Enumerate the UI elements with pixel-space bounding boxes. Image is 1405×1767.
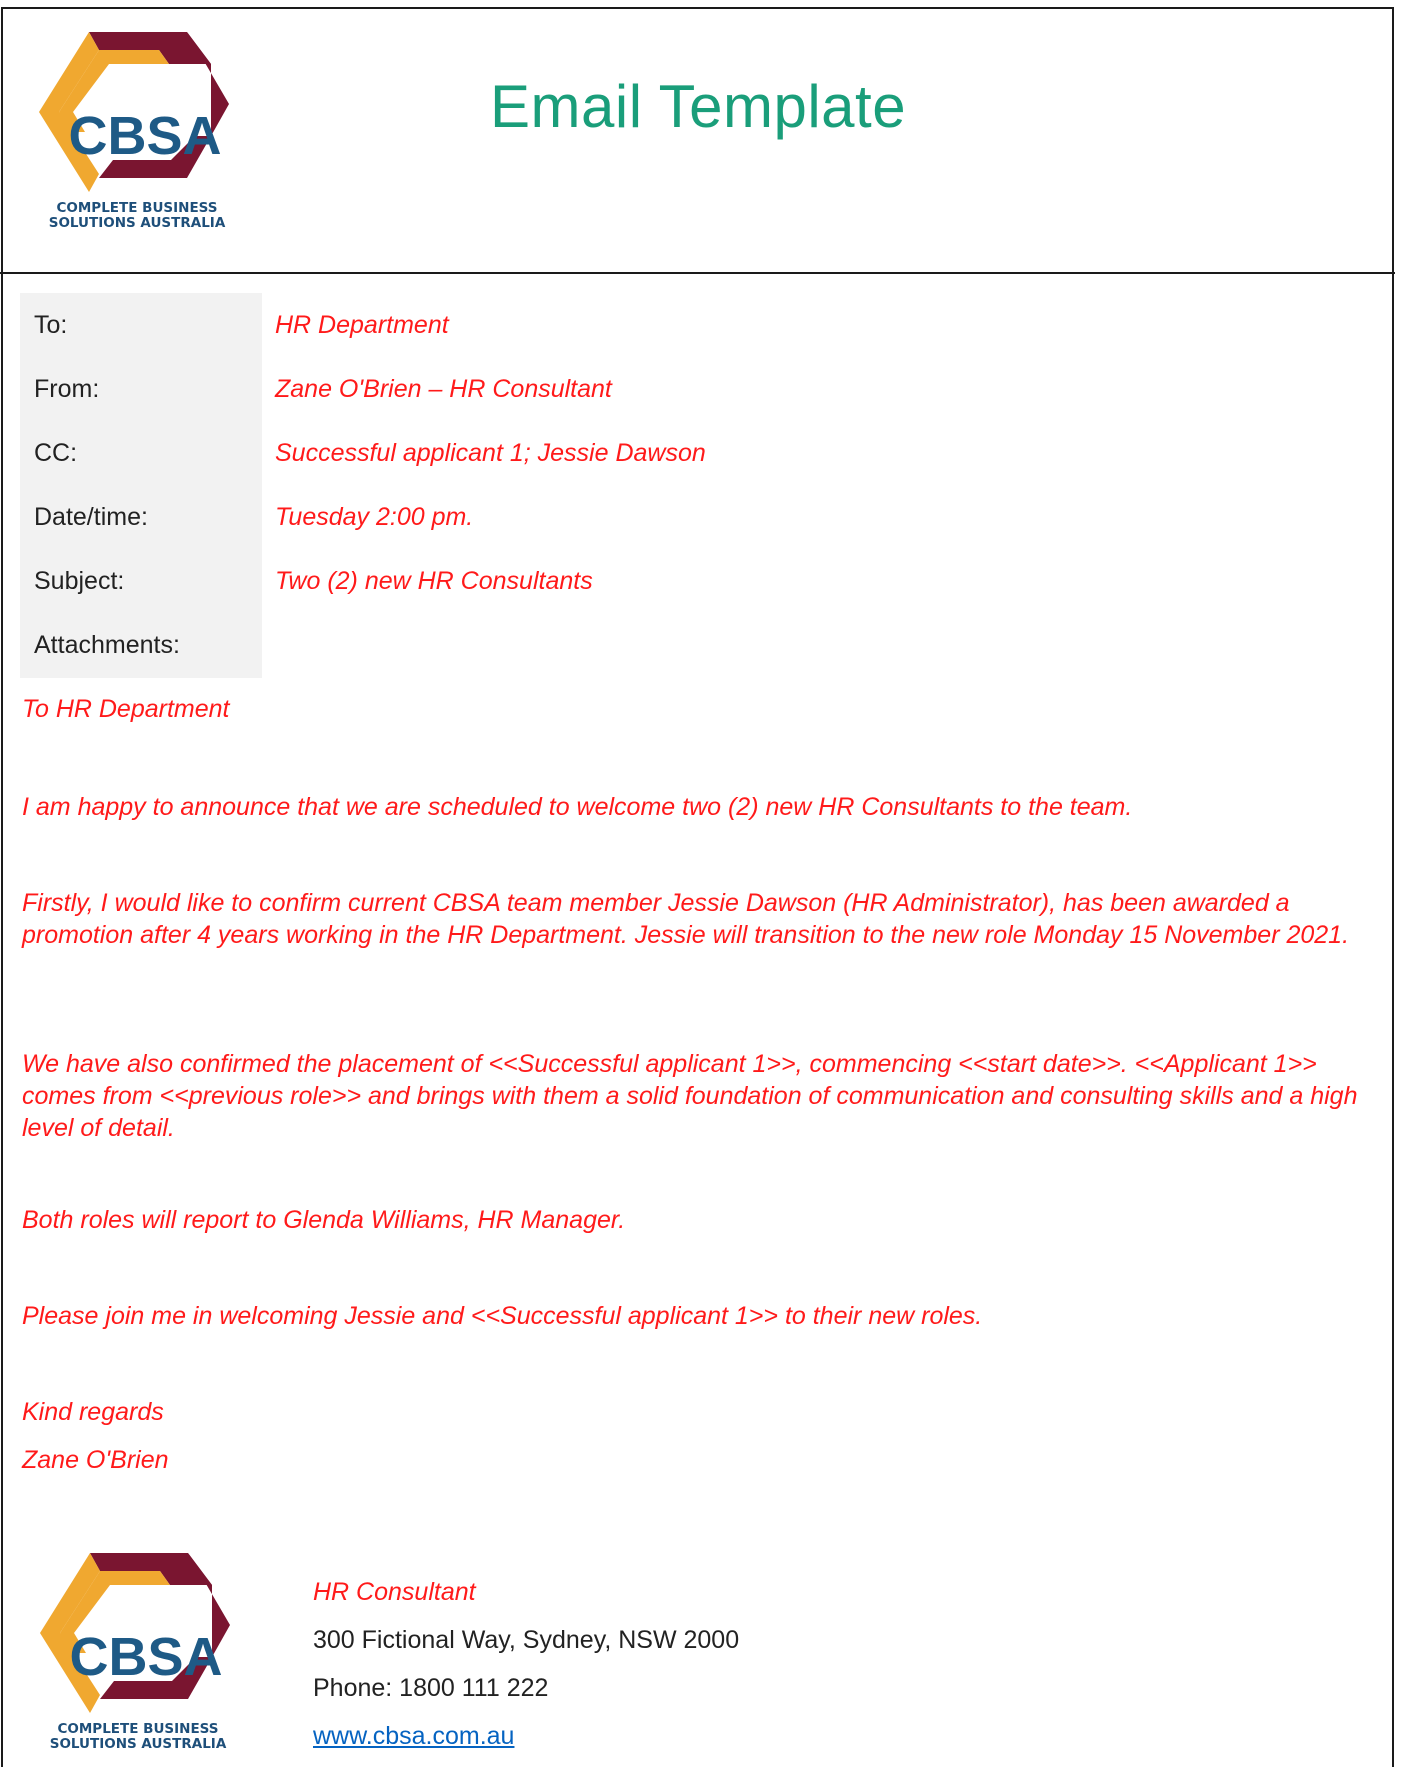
field-row-datetime: Date/time: Tuesday 2:00 pm. <box>20 485 1390 549</box>
logo-wordmark: CBSA <box>68 106 221 166</box>
email-paragraph-5: Please join me in welcoming Jessie and <… <box>22 1302 983 1330</box>
signature-title: HR Consultant <box>313 1578 476 1606</box>
header-divider <box>0 272 1395 274</box>
email-signer-name: Zane O'Brien <box>22 1446 169 1474</box>
field-label-subject: Subject: <box>34 567 125 595</box>
signature-phone: Phone: 1800 111 222 <box>313 1674 549 1702</box>
field-row-attachments: Attachments: <box>20 613 1390 677</box>
signature-address: 300 Fictional Way, Sydney, NSW 2000 <box>313 1626 740 1654</box>
email-paragraph-1: I am happy to announce that we are sched… <box>22 793 1133 821</box>
logo-tagline-line1: COMPLETE BUSINESS <box>56 200 217 216</box>
email-paragraph-4: Both roles will report to Glenda William… <box>22 1206 626 1234</box>
email-paragraph-2: Firstly, I would like to confirm current… <box>22 889 1350 949</box>
field-row-from: From: Zane O'Brien – HR Consultant <box>20 357 1390 421</box>
field-value-subject[interactable]: Two (2) new HR Consultants <box>275 567 593 596</box>
field-value-datetime[interactable]: Tuesday 2:00 pm. <box>275 503 473 532</box>
field-label-attachments: Attachments: <box>34 631 180 659</box>
field-row-subject: Subject: Two (2) new HR Consultants <box>20 549 1390 613</box>
field-row-to: To: HR Department <box>20 293 1390 357</box>
signature-block: HR Consultant 300 Fictional Way, Sydney,… <box>313 1568 739 1760</box>
document-title: Email Template <box>490 73 907 140</box>
logo-tagline-line2: SOLUTIONS AUSTRALIA <box>49 215 226 231</box>
field-label-to: To: <box>34 311 68 339</box>
email-closing: Kind regards <box>22 1398 164 1426</box>
field-value-from[interactable]: Zane O'Brien – HR Consultant <box>275 375 612 404</box>
field-label-from: From: <box>34 375 100 403</box>
email-paragraph-3: We have also confirmed the placement of … <box>22 1050 1358 1142</box>
email-greeting: To HR Department <box>22 695 230 723</box>
cbsa-logo: CBSA COMPLETE BUSINESS SOLUTIONS AUSTRAL… <box>39 32 229 231</box>
signature-logo-tagline-line2: SOLUTIONS AUSTRALIA <box>50 1736 227 1752</box>
signature-logo-tagline-line1: COMPLETE BUSINESS <box>57 1721 218 1737</box>
field-label-cc: CC: <box>34 439 78 467</box>
signature-cbsa-logo: CBSA COMPLETE BUSINESS SOLUTIONS AUSTRAL… <box>40 1553 230 1752</box>
signature-website-link[interactable]: www.cbsa.com.au <box>313 1722 514 1750</box>
field-label-datetime: Date/time: <box>34 503 148 531</box>
field-row-cc: CC: Successful applicant 1; Jessie Dawso… <box>20 421 1390 485</box>
field-value-to[interactable]: HR Department <box>275 311 449 340</box>
signature-logo-wordmark: CBSA <box>69 1627 222 1687</box>
field-value-cc[interactable]: Successful applicant 1; Jessie Dawson <box>275 439 706 468</box>
